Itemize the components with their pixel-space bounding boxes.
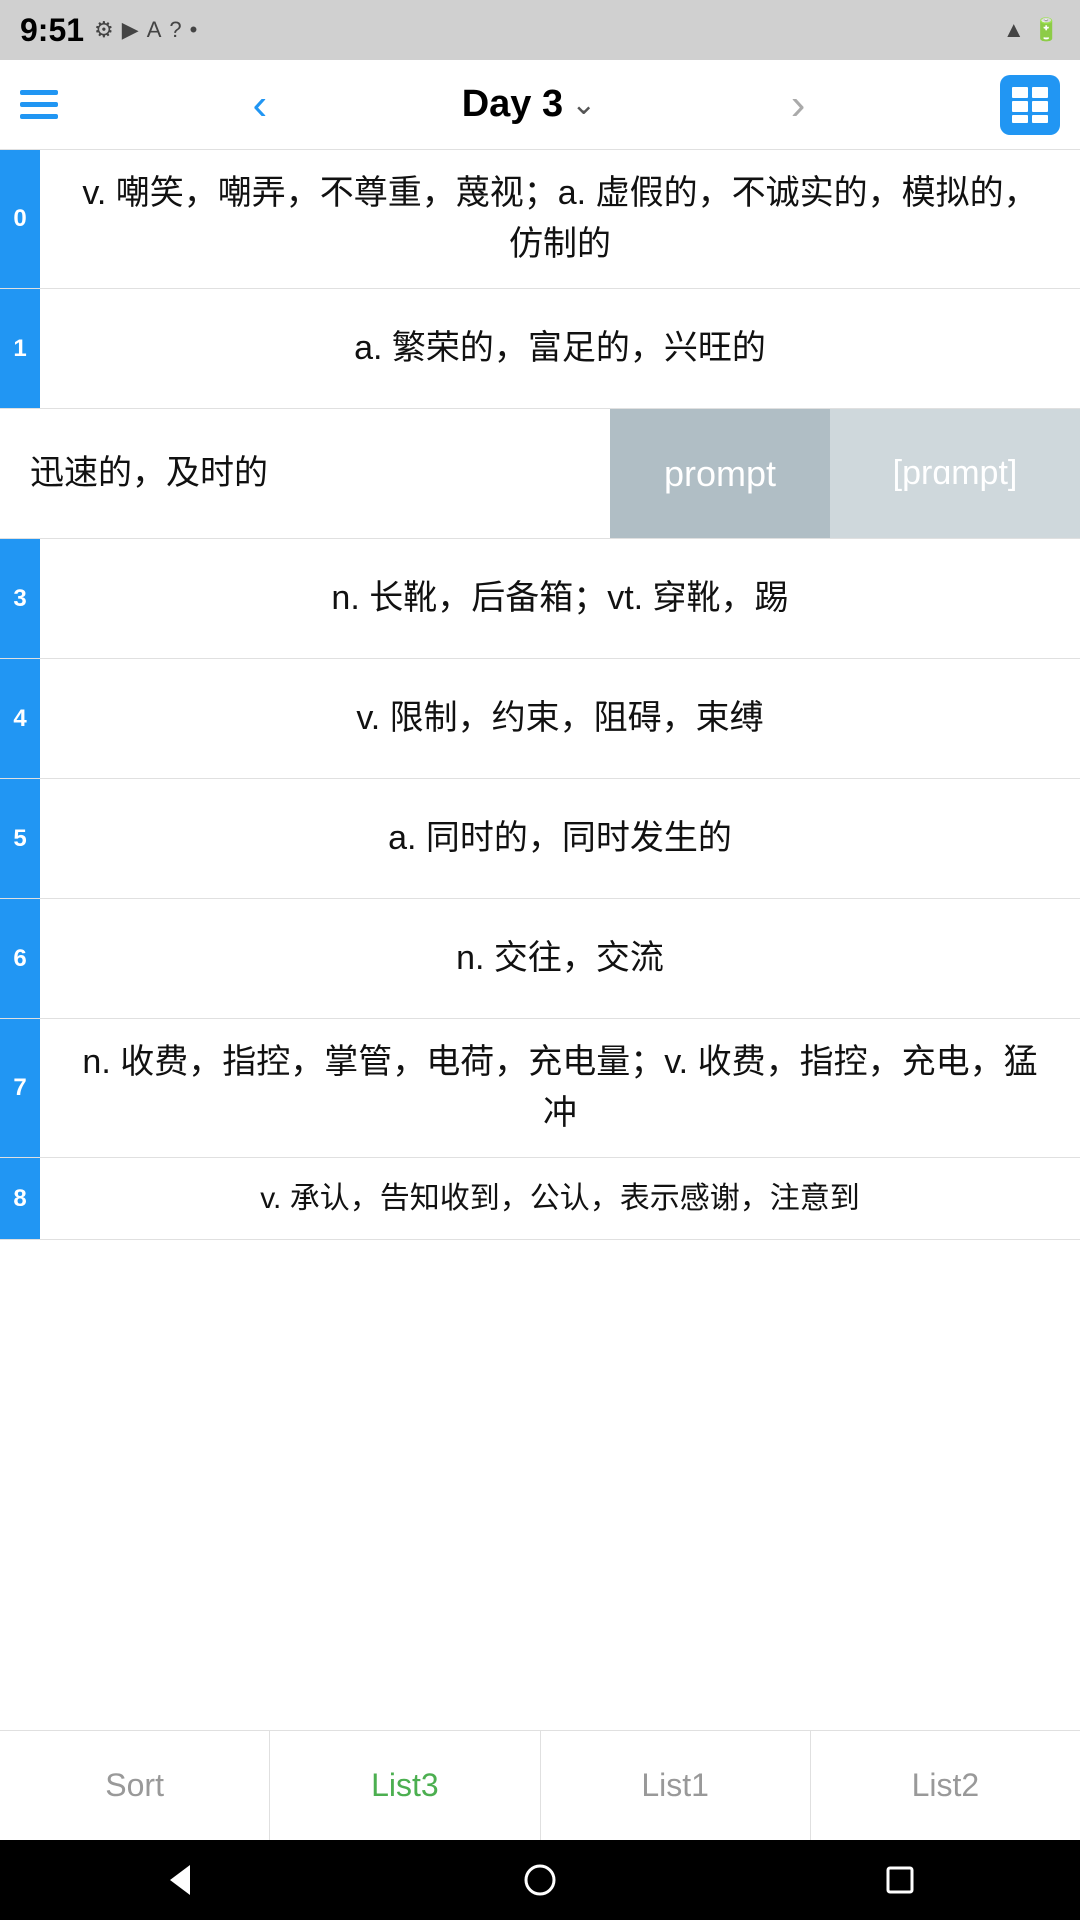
android-home-button[interactable] (510, 1850, 570, 1910)
vocab-content-8[interactable]: v. 承认，告知收到，公认，表示感谢，注意到 (40, 1158, 1080, 1239)
vocab-content-2[interactable]: 迅速的，及时的 prompt [prɑmpt] (0, 409, 1080, 538)
vocab-text-4: v. 限制，约束，阻碍，束缚 (356, 693, 763, 744)
vocab-text-6: n. 交往，交流 (456, 933, 664, 984)
vocab-text-3: n. 长靴，后备箱；vt. 穿靴，踢 (331, 573, 788, 624)
popup-phonetic: [prɑmpt] (830, 409, 1080, 538)
recents-square-icon (880, 1860, 920, 1900)
android-nav-bar (0, 1840, 1080, 1920)
vocab-index-3: 3 (0, 539, 40, 658)
vocab-index-1: 1 (0, 289, 40, 408)
vocab-row[interactable]: 0 v. 嘲笑，嘲弄，不尊重，蔑视；a. 虚假的，不诚实的，模拟的，仿制的 (0, 150, 1080, 289)
status-time: 9:51 (20, 12, 84, 49)
tab-sort[interactable]: Sort (0, 1731, 270, 1840)
vocab-row[interactable]: 8 v. 承认，告知收到，公认，表示感谢，注意到 (0, 1158, 1080, 1240)
vocab-content-1[interactable]: a. 繁荣的，富足的，兴旺的 (40, 289, 1080, 408)
vocab-list: 0 v. 嘲笑，嘲弄，不尊重，蔑视；a. 虚假的，不诚实的，模拟的，仿制的 1 … (0, 150, 1080, 1240)
vocab-text-7: n. 收费，指控，掌管，电荷，充电量；v. 收费，指控，充电，猛冲 (70, 1037, 1050, 1139)
tab-list3[interactable]: List3 (270, 1731, 540, 1840)
tab-list1[interactable]: List1 (541, 1731, 811, 1840)
vocab-content-0[interactable]: v. 嘲笑，嘲弄，不尊重，蔑视；a. 虚假的，不诚实的，模拟的，仿制的 (40, 150, 1080, 288)
back-button[interactable]: ‹ (253, 83, 268, 127)
forward-button[interactable]: › (791, 83, 806, 127)
signal-bars-icon: ▲ (1003, 17, 1025, 43)
battery-icon: 🔋 (1033, 17, 1060, 43)
vocab-text-8: v. 承认，告知收到，公认，表示感谢，注意到 (260, 1176, 859, 1221)
vocab-index-0: 0 (0, 150, 40, 288)
vocab-index-4: 4 (0, 659, 40, 778)
vocab-content-6[interactable]: n. 交往，交流 (40, 899, 1080, 1018)
vocab-row[interactable]: 7 n. 收费，指控，掌管，电荷，充电量；v. 收费，指控，充电，猛冲 (0, 1019, 1080, 1158)
status-bar: 9:51 ⚙ ▶ A ? • ▲ 🔋 (0, 0, 1080, 60)
vocab-popup-overlay: prompt [prɑmpt] (610, 409, 1080, 538)
bottom-tab-bar: Sort List3 List1 List2 (0, 1730, 1080, 1840)
vocab-text-5: a. 同时的，同时发生的 (388, 813, 732, 864)
table-icon (1010, 85, 1050, 125)
vocab-text-2: 迅速的，及时的 (20, 448, 268, 499)
vocab-content-4[interactable]: v. 限制，约束，阻碍，束缚 (40, 659, 1080, 778)
android-recents-button[interactable] (870, 1850, 930, 1910)
vocab-index-5: 5 (0, 779, 40, 898)
popup-word: prompt (610, 409, 830, 538)
vocab-index-7: 7 (0, 1019, 40, 1157)
vocab-content-5[interactable]: a. 同时的，同时发生的 (40, 779, 1080, 898)
chevron-down-icon: ⌄ (571, 87, 596, 122)
vocab-row[interactable]: 5 a. 同时的，同时发生的 (0, 779, 1080, 899)
gear-icon: ⚙ (94, 17, 114, 43)
vocab-text-1: a. 繁荣的，富足的，兴旺的 (354, 323, 766, 374)
vocab-row[interactable]: 1 a. 繁荣的，富足的，兴旺的 (0, 289, 1080, 409)
vocab-index-8: 8 (0, 1158, 40, 1239)
android-back-button[interactable] (150, 1850, 210, 1910)
vocab-row[interactable]: 3 n. 长靴，后备箱；vt. 穿靴，踢 (0, 539, 1080, 659)
back-triangle-icon (160, 1860, 200, 1900)
day-title-dropdown[interactable]: Day 3 ⌄ (462, 83, 597, 126)
hamburger-menu-button[interactable] (20, 90, 58, 119)
grid-view-button[interactable] (1000, 75, 1060, 135)
status-right-icons: ▲ 🔋 (1003, 17, 1060, 43)
vocab-text-0: v. 嘲笑，嘲弄，不尊重，蔑视；a. 虚假的，不诚实的，模拟的，仿制的 (70, 168, 1050, 270)
vocab-row[interactable]: 6 n. 交往，交流 (0, 899, 1080, 1019)
home-circle-icon (520, 1860, 560, 1900)
nav-title: Day 3 (462, 83, 563, 126)
font-icon: A (147, 17, 162, 43)
signal-icon: ? (169, 17, 181, 43)
nav-bar: ‹ Day 3 ⌄ › (0, 60, 1080, 150)
vocab-content-3[interactable]: n. 长靴，后备箱；vt. 穿靴，踢 (40, 539, 1080, 658)
vocab-row[interactable]: 4 v. 限制，约束，阻碍，束缚 (0, 659, 1080, 779)
play-icon: ▶ (122, 17, 139, 43)
vocab-index-6: 6 (0, 899, 40, 1018)
tab-list2[interactable]: List2 (811, 1731, 1080, 1840)
vocab-row[interactable]: 迅速的，及时的 prompt [prɑmpt] (0, 409, 1080, 539)
dot-icon: • (190, 17, 198, 43)
vocab-content-7[interactable]: n. 收费，指控，掌管，电荷，充电量；v. 收费，指控，充电，猛冲 (40, 1019, 1080, 1157)
status-icons: ⚙ ▶ A ? • (94, 17, 197, 43)
